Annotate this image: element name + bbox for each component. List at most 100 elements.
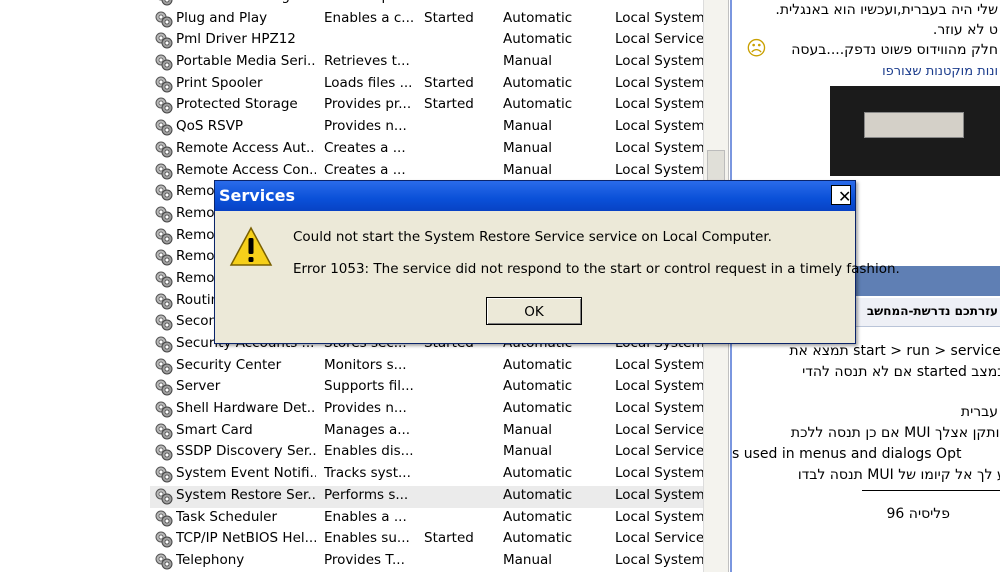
service-description: Provides n... xyxy=(324,118,407,135)
attachments-label: ונות מוקטנות שצורפו xyxy=(882,64,998,79)
service-row[interactable]: System Restore Ser... Performs s... Automa… xyxy=(150,485,703,508)
service-status: Started xyxy=(424,530,474,547)
service-gear-icon xyxy=(154,95,174,115)
service-startup-type: Automatic xyxy=(503,486,573,503)
service-logon-as: Local System xyxy=(615,508,703,525)
service-row[interactable]: Security Center Monitors s... Automatic Loc… xyxy=(150,356,703,378)
service-logon-as: Local System xyxy=(615,400,703,417)
service-row[interactable]: Smart Card Manages a... Manual Local Servic… xyxy=(150,421,703,443)
service-description: Loads files ... xyxy=(324,74,413,91)
service-description: Enables su... xyxy=(324,530,410,547)
service-name: Task Scheduler xyxy=(176,508,278,525)
service-row[interactable]: System Event Notifi... Tracks syst... Auto… xyxy=(150,464,703,486)
service-description: Tracks syst... xyxy=(324,465,411,482)
service-row[interactable]: Remote Access Aut... Creates a ... Manual L… xyxy=(150,139,703,161)
sad-emoticon-icon: ☹ xyxy=(746,36,767,60)
service-description: Retrieves t... xyxy=(324,53,410,70)
service-row[interactable]: Plug and Play Enables a c... Started Automa… xyxy=(150,9,703,31)
service-row[interactable]: Shell Hardware Det... Provides n... Automa… xyxy=(150,399,703,421)
service-name: QoS RSVP xyxy=(176,118,244,135)
service-startup-type: Manual xyxy=(503,551,553,568)
service-row[interactable]: TCP/IP NetBIOS Hel... Enables su... Starte… xyxy=(150,529,703,551)
service-gear-icon xyxy=(154,551,174,571)
forum-line-2: ט לא עוזר. xyxy=(932,22,998,38)
service-logon-as: Local Service xyxy=(615,31,703,48)
service-gear-icon xyxy=(154,312,174,332)
service-logon-as: Local System xyxy=(615,378,703,395)
service-row[interactable]: Remote Access Con... Creates a ... Manual L… xyxy=(150,161,703,183)
service-description: Enables dis... xyxy=(324,443,414,460)
service-row[interactable]: Task Scheduler Enables a ... Automatic Loca… xyxy=(150,508,703,530)
service-row[interactable]: SSDP Discovery Ser... Enables dis... Manua… xyxy=(150,442,703,464)
service-startup-type: Manual xyxy=(503,161,553,178)
service-description: Manages a... xyxy=(324,421,411,438)
service-gear-icon xyxy=(154,0,174,7)
service-description: Creates a ... xyxy=(324,139,406,156)
service-logon-as: Local System xyxy=(615,96,703,113)
service-name: Remote Access Aut... xyxy=(176,139,316,156)
close-icon: ✕ xyxy=(838,187,852,206)
service-status: Started xyxy=(424,96,474,113)
service-description: Collects perf... xyxy=(324,0,414,4)
service-name: Plug and Play xyxy=(176,9,268,26)
service-startup-type: Automatic xyxy=(503,356,573,373)
post-line-5: s used in menus and dialogs Opt xyxy=(732,446,962,462)
service-gear-icon xyxy=(154,291,174,311)
service-gear-icon xyxy=(154,529,174,549)
service-gear-icon xyxy=(154,464,174,484)
service-startup-type: Automatic xyxy=(503,31,573,48)
service-gear-icon xyxy=(154,161,174,181)
service-description: Monitors s... xyxy=(324,356,407,373)
service-logon-as: Local System xyxy=(615,139,703,156)
service-logon-as: Local Service xyxy=(615,421,703,438)
service-row[interactable]: QoS RSVP Provides n... Manual Local System xyxy=(150,117,703,139)
service-gear-icon xyxy=(154,269,174,289)
service-gear-icon xyxy=(154,30,174,50)
service-gear-icon xyxy=(154,247,174,267)
service-startup-type: Manual xyxy=(503,118,553,135)
dialog-error-detail: Error 1053: The service did not respond … xyxy=(293,261,900,277)
service-startup-type: Automatic xyxy=(503,96,573,113)
service-gear-icon xyxy=(154,508,174,528)
service-logon-as: Local System xyxy=(615,118,703,135)
post-line-2: שהוא במצב started אם לא תנסה להדי xyxy=(802,364,1000,380)
service-description: Creates a ... xyxy=(324,161,406,178)
service-row[interactable]: Print Spooler Loads files ... Started Autom… xyxy=(150,74,703,96)
service-gear-icon xyxy=(154,117,174,137)
attachment-thumbnail[interactable] xyxy=(830,86,1000,176)
service-gear-icon xyxy=(154,442,174,462)
dialog-titlebar[interactable]: Services ✕ xyxy=(215,181,855,211)
close-button[interactable]: ✕ xyxy=(831,185,852,206)
service-row[interactable]: Performance Logs an... Collects perf... Ma… xyxy=(150,0,703,9)
service-logon-as: Local System xyxy=(615,53,703,70)
error-dialog: Services ✕ Could not start the System Re… xyxy=(214,180,900,344)
service-row[interactable]: Server Supports fil... Automatic Local Syst… xyxy=(150,377,703,399)
service-name: Security Center xyxy=(176,356,282,373)
ok-button[interactable]: OK xyxy=(486,297,582,325)
service-status: Started xyxy=(424,9,474,26)
service-name: Telephony xyxy=(176,551,245,568)
service-gear-icon xyxy=(154,204,174,224)
signature-divider xyxy=(862,490,1000,491)
service-startup-type: Manual xyxy=(503,0,603,4)
post-line-3: עברית xyxy=(960,404,998,420)
service-gear-icon xyxy=(154,226,174,246)
service-gear-icon xyxy=(154,486,174,506)
service-row[interactable]: Portable Media Seri... Retrieves t... Manu… xyxy=(150,52,703,74)
service-logon-as: Local System xyxy=(615,465,703,482)
service-startup-type: Automatic xyxy=(503,400,573,417)
service-description: Supports fil... xyxy=(324,378,414,395)
service-row[interactable]: Pml Driver HPZ12 Automatic Local Service xyxy=(150,30,703,52)
service-startup-type: Automatic xyxy=(503,530,573,547)
scrollbar-thumb[interactable] xyxy=(707,150,725,182)
service-startup-type: Automatic xyxy=(503,74,573,91)
service-logon-as: Local System xyxy=(615,74,703,91)
service-startup-type: Automatic xyxy=(503,378,573,395)
service-status: Started xyxy=(424,74,474,91)
service-startup-type: Manual xyxy=(503,53,553,70)
service-startup-type: Manual xyxy=(503,421,553,438)
dialog-title: Services xyxy=(219,186,296,205)
service-logon-as: Local System xyxy=(615,551,703,568)
service-row[interactable]: Telephony Provides T... Manual Local System xyxy=(150,551,703,572)
service-row[interactable]: Protected Storage Provides pr... Started Au… xyxy=(150,95,703,117)
